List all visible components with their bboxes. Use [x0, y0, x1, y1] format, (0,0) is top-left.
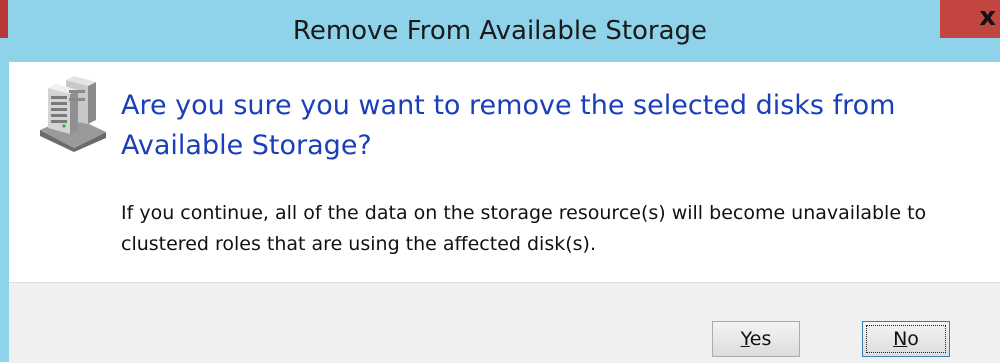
window-border: [0, 62, 9, 362]
dialog-content: Are you sure you want to remove the sele…: [9, 62, 1000, 282]
confirmation-heading: Are you sure you want to remove the sele…: [121, 90, 896, 161]
button-bar: Yes No: [9, 282, 1000, 363]
no-button[interactable]: No: [862, 321, 950, 357]
remove-storage-dialog: Remove From Available Storage x Are you …: [0, 0, 1000, 363]
no-mnemonic: N: [893, 327, 908, 350]
yes-button[interactable]: Yes: [712, 321, 800, 357]
server-storage-icon: [40, 76, 106, 152]
warning-message: If you continue, all of the data on the …: [121, 202, 927, 255]
close-icon: x: [979, 2, 996, 32]
yes-label: es: [749, 327, 772, 350]
yes-mnemonic: Y: [740, 327, 750, 350]
dialog-title: Remove From Available Storage: [292, 16, 708, 46]
close-button[interactable]: x: [940, 0, 1000, 38]
no-label: o: [907, 327, 919, 350]
title-bar[interactable]: Remove From Available Storage x: [0, 0, 1000, 62]
